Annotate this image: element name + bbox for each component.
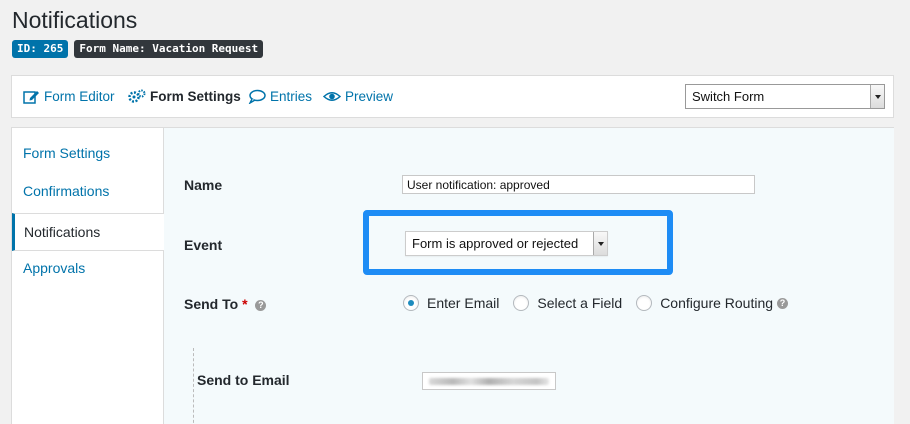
toolbar-form-settings-label: Form Settings: [150, 89, 241, 104]
radio-select-field[interactable]: Select a Field: [513, 295, 622, 311]
redacted-email: [429, 378, 549, 385]
speech-bubble-icon: [248, 89, 266, 104]
radio-button[interactable]: [513, 295, 530, 311]
form-toolbar: Form Editor Form Settings Entries Previe…: [11, 75, 894, 118]
page-title: Notifications: [12, 7, 138, 33]
gears-icon: [128, 89, 146, 103]
radio-button[interactable]: [636, 295, 653, 311]
switch-form-value: Switch Form: [692, 89, 765, 104]
radio-label: Select a Field: [537, 295, 623, 311]
radio-label: Configure Routing: [660, 295, 774, 311]
toolbar-preview-label: Preview: [345, 89, 394, 104]
sidebar-item-notifications[interactable]: Notifications: [12, 213, 165, 251]
sidebar-item-confirmations[interactable]: Confirmations: [12, 172, 164, 210]
form-name-badge: Form Name: Vacation Request: [74, 40, 264, 58]
radio-configure-routing[interactable]: Configure Routing ?: [636, 295, 789, 311]
notification-form: Name Event Form is approved or rejected …: [164, 128, 894, 424]
form-id-badge: ID: 265: [12, 40, 69, 58]
edit-icon: [23, 91, 39, 104]
switch-form-select[interactable]: Switch Form: [685, 84, 885, 109]
name-label: Name: [184, 177, 223, 193]
name-input[interactable]: [402, 175, 755, 194]
event-select[interactable]: Form is approved or rejected: [405, 231, 608, 256]
chevron-down-icon: [870, 85, 884, 108]
send-to-label: Send To * ?: [184, 296, 267, 312]
sidebar-item-label: Confirmations: [23, 183, 110, 199]
chevron-down-icon: [593, 232, 607, 255]
settings-panel: Form Settings Confirmations Notification…: [11, 127, 894, 424]
required-marker: *: [242, 296, 248, 312]
help-icon[interactable]: ?: [255, 299, 267, 311]
sidebar-item-label: Approvals: [23, 260, 86, 276]
indent-divider: [193, 348, 194, 424]
sidebar-item-approvals[interactable]: Approvals: [12, 249, 164, 287]
eye-icon: [323, 92, 341, 101]
radio-label: Enter Email: [427, 295, 500, 311]
form-badges: ID: 265 Form Name: Vacation Request: [12, 40, 264, 58]
help-icon[interactable]: ?: [777, 297, 789, 309]
radio-enter-email[interactable]: Enter Email: [403, 295, 499, 311]
send-to-label-text: Send To: [184, 296, 239, 312]
send-to-email-label: Send to Email: [197, 372, 290, 388]
send-to-options: Enter Email Select a Field Configure Rou…: [403, 295, 789, 311]
send-to-email-input[interactable]: [422, 372, 556, 390]
settings-sidebar: Form Settings Confirmations Notification…: [12, 128, 165, 424]
event-label: Event: [184, 237, 223, 253]
toolbar-form-editor-label: Form Editor: [44, 89, 115, 104]
toolbar-preview[interactable]: Preview: [323, 89, 393, 104]
radio-button[interactable]: [403, 295, 419, 311]
toolbar-form-editor[interactable]: Form Editor: [23, 89, 115, 104]
sidebar-item-form-settings[interactable]: Form Settings: [12, 134, 164, 172]
sidebar-item-label: Notifications: [24, 224, 101, 240]
toolbar-entries-label: Entries: [270, 89, 313, 104]
toolbar-form-settings[interactable]: Form Settings: [128, 89, 241, 104]
event-select-value: Form is approved or rejected: [412, 236, 579, 251]
sidebar-item-label: Form Settings: [23, 145, 111, 161]
toolbar-entries[interactable]: Entries: [248, 89, 312, 104]
